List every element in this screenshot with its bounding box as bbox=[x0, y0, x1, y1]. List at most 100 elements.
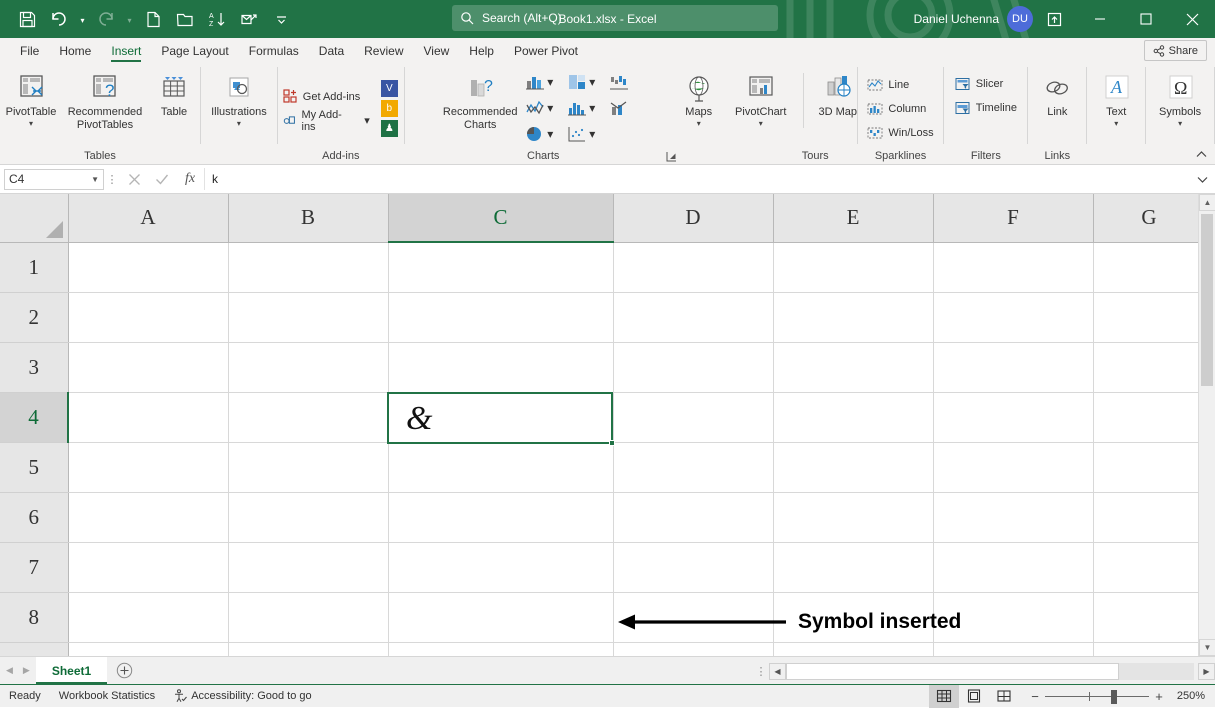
timeline-button[interactable]: Timeline bbox=[950, 96, 1022, 120]
redo-button[interactable] bbox=[91, 6, 121, 32]
new-button[interactable] bbox=[138, 6, 168, 32]
cell-c7[interactable] bbox=[388, 542, 613, 592]
cell-d1[interactable] bbox=[613, 242, 773, 292]
cell-c6[interactable] bbox=[388, 492, 613, 542]
recommended-charts-button[interactable]: ? Recommended Charts bbox=[437, 69, 523, 132]
vertical-scroll-thumb[interactable] bbox=[1201, 214, 1213, 386]
symbols-button[interactable]: Ω Symbols ▾ bbox=[1146, 69, 1214, 128]
undo-dropdown[interactable]: ▾ bbox=[76, 6, 89, 32]
minimize-button[interactable] bbox=[1077, 0, 1123, 38]
maps-button[interactable]: Maps ▾ bbox=[673, 69, 725, 128]
illustrations-button[interactable]: Illustrations ▾ bbox=[201, 69, 277, 128]
charts-dialog-launcher[interactable] bbox=[665, 149, 679, 163]
cell-b5[interactable] bbox=[228, 442, 388, 492]
cell-e2[interactable] bbox=[773, 292, 933, 342]
sparkline-line-button[interactable]: Line bbox=[862, 73, 938, 97]
line-area-chart-button[interactable]: ▾ bbox=[523, 97, 565, 119]
cell-a2[interactable] bbox=[68, 292, 228, 342]
column-header-e[interactable]: E bbox=[773, 194, 933, 242]
chevron-down-icon[interactable]: ▼ bbox=[91, 175, 99, 184]
tab-power-pivot[interactable]: Power Pivot bbox=[504, 38, 588, 63]
chevron-down-icon[interactable]: ▾ bbox=[759, 119, 763, 128]
combo-chart-button[interactable] bbox=[607, 97, 649, 119]
open-button[interactable] bbox=[170, 6, 200, 32]
recommended-pivottables-button[interactable]: ? Recommended PivotTables bbox=[62, 69, 148, 132]
cell-b6[interactable] bbox=[228, 492, 388, 542]
sheet-tab-sheet1[interactable]: Sheet1 bbox=[36, 657, 107, 684]
column-header-g[interactable]: G bbox=[1093, 194, 1205, 242]
row-header-5[interactable]: 5 bbox=[0, 442, 68, 492]
page-break-view-button[interactable] bbox=[989, 685, 1019, 708]
sort-button[interactable]: A Z bbox=[202, 6, 232, 32]
tab-file[interactable]: File bbox=[10, 38, 49, 63]
cell-f3[interactable] bbox=[933, 342, 1093, 392]
row-header-8[interactable]: 8 bbox=[0, 592, 68, 642]
formula-bar-grip[interactable]: ⋮ bbox=[104, 173, 120, 186]
cell-c3[interactable] bbox=[388, 342, 613, 392]
save-button[interactable] bbox=[12, 6, 42, 32]
cell-f2[interactable] bbox=[933, 292, 1093, 342]
visio-data-visualizer-icon[interactable]: V bbox=[381, 80, 398, 97]
row-header-3[interactable]: 3 bbox=[0, 342, 68, 392]
expand-formula-bar-button[interactable] bbox=[1193, 168, 1211, 190]
cell-d5[interactable] bbox=[613, 442, 773, 492]
cell-f4[interactable] bbox=[933, 392, 1093, 442]
tab-insert[interactable]: Insert bbox=[101, 38, 151, 63]
row-header-6[interactable]: 6 bbox=[0, 492, 68, 542]
cell-c2[interactable] bbox=[388, 292, 613, 342]
horizontal-scroll-thumb[interactable] bbox=[786, 663, 1119, 680]
cell-c5[interactable] bbox=[388, 442, 613, 492]
chevron-down-icon[interactable]: ▾ bbox=[697, 119, 701, 128]
row-header-9[interactable] bbox=[0, 642, 68, 656]
cell-g1[interactable] bbox=[1093, 242, 1205, 292]
cell-d8[interactable] bbox=[613, 592, 773, 642]
chevron-down-icon[interactable]: ▾ bbox=[589, 75, 595, 89]
pivottable-button[interactable]: PivotTable ▾ bbox=[0, 69, 62, 128]
tab-home[interactable]: Home bbox=[49, 38, 101, 63]
column-header-d[interactable]: D bbox=[613, 194, 773, 242]
page-layout-view-button[interactable] bbox=[959, 685, 989, 708]
tab-formulas[interactable]: Formulas bbox=[239, 38, 309, 63]
cell-d7[interactable] bbox=[613, 542, 773, 592]
cell-f9[interactable] bbox=[933, 642, 1093, 656]
insert-function-button[interactable]: fx bbox=[176, 168, 204, 190]
cell-e3[interactable] bbox=[773, 342, 933, 392]
close-button[interactable] bbox=[1169, 0, 1215, 38]
cell-b1[interactable] bbox=[228, 242, 388, 292]
cell-g8[interactable] bbox=[1093, 592, 1205, 642]
cell-c1[interactable] bbox=[388, 242, 613, 292]
chevron-down-icon[interactable]: ▾ bbox=[1114, 119, 1118, 128]
get-addins-button[interactable]: Get Add-ins bbox=[278, 85, 375, 109]
search-box[interactable]: Search (Alt+Q) bbox=[452, 5, 778, 31]
cell-a4[interactable] bbox=[68, 392, 228, 442]
cell-g4[interactable] bbox=[1093, 392, 1205, 442]
name-box[interactable]: C4 ▼ bbox=[4, 169, 104, 190]
cell-e9[interactable] bbox=[773, 642, 933, 656]
chevron-down-icon[interactable]: ▾ bbox=[29, 119, 33, 128]
chevron-down-icon[interactable]: ▾ bbox=[547, 75, 553, 89]
cell-g6[interactable] bbox=[1093, 492, 1205, 542]
cell-a1[interactable] bbox=[68, 242, 228, 292]
pie-doughnut-chart-button[interactable]: ▾ bbox=[523, 123, 565, 145]
column-header-a[interactable]: A bbox=[68, 194, 228, 242]
cell-e6[interactable] bbox=[773, 492, 933, 542]
waterfall-chart-button[interactable] bbox=[607, 71, 649, 93]
cell-a5[interactable] bbox=[68, 442, 228, 492]
cell-b8[interactable] bbox=[228, 592, 388, 642]
account-area[interactable]: Daniel Uchenna DU bbox=[914, 0, 1033, 38]
people-graph-icon[interactable]: ♟ bbox=[381, 120, 398, 137]
cell-e4[interactable] bbox=[773, 392, 933, 442]
table-button[interactable]: Table bbox=[148, 69, 200, 119]
slicer-button[interactable]: Slicer bbox=[950, 72, 1022, 96]
cell-g5[interactable] bbox=[1093, 442, 1205, 492]
zoom-out-button[interactable]: − bbox=[1025, 689, 1045, 704]
add-sheet-button[interactable] bbox=[107, 657, 141, 684]
cell-b7[interactable] bbox=[228, 542, 388, 592]
undo-button[interactable] bbox=[44, 6, 74, 32]
scatter-chart-button[interactable]: ▾ bbox=[565, 123, 607, 145]
cell-e7[interactable] bbox=[773, 542, 933, 592]
zoom-in-button[interactable]: + bbox=[1149, 689, 1169, 704]
email-button[interactable] bbox=[234, 6, 264, 32]
tab-data[interactable]: Data bbox=[309, 38, 354, 63]
redo-dropdown[interactable]: ▾ bbox=[123, 6, 136, 32]
